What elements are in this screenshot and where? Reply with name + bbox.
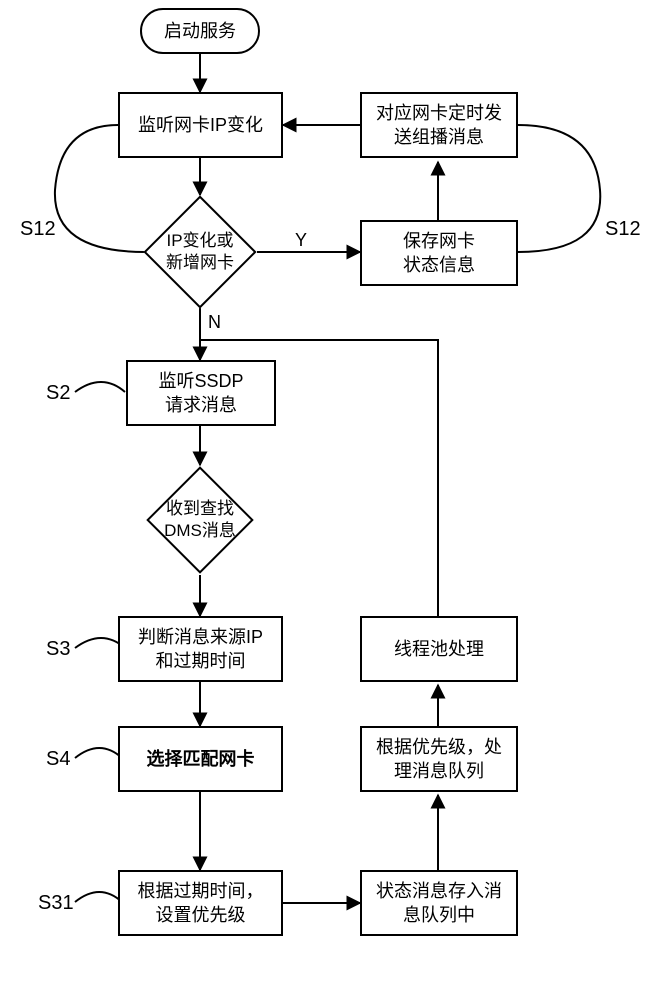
node-listen-ssdp: 监听SSDP 请求消息	[126, 360, 276, 426]
tag-s2: S2	[46, 382, 70, 405]
node-select-nic: 选择匹配网卡	[118, 726, 283, 792]
node-set-priority: 根据过期时间， 设置优先级	[118, 870, 283, 936]
judge-l1: 判断消息来源IP	[138, 625, 263, 649]
by-pri-l2: 理消息队列	[394, 759, 484, 783]
judge-l2: 和过期时间	[156, 649, 246, 673]
node-by-priority: 根据优先级，处 理消息队列	[360, 726, 518, 792]
node-ip-change-decision: IP变化或 新增网卡	[160, 212, 240, 292]
branch-n-label: N	[208, 312, 221, 333]
dms-l2: DMS消息	[164, 521, 236, 540]
save-state-l1: 保存网卡	[403, 229, 475, 253]
set-pri-l2: 设置优先级	[156, 903, 246, 927]
ssdp-l1: 监听SSDP	[158, 369, 243, 393]
node-listen-ip: 监听网卡IP变化	[118, 92, 283, 158]
node-start: 启动服务	[140, 8, 260, 54]
node-enqueue: 状态消息存入消 息队列中	[360, 870, 518, 936]
ssdp-l2: 请求消息	[165, 393, 237, 417]
node-listen-ip-label: 监听网卡IP变化	[138, 113, 263, 137]
by-pri-l1: 根据优先级，处	[376, 735, 502, 759]
flow-connectors	[0, 0, 657, 1000]
branch-y-label: Y	[295, 230, 307, 251]
set-pri-l1: 根据过期时间，	[138, 879, 264, 903]
tag-s4: S4	[46, 748, 70, 771]
tag-s31: S31	[38, 892, 74, 915]
enqueue-l2: 息队列中	[403, 903, 475, 927]
node-timed-multicast: 对应网卡定时发 送组播消息	[360, 92, 518, 158]
ip-change-l1: IP变化或	[166, 231, 233, 250]
tag-s12-left: S12	[20, 218, 56, 241]
tag-s3: S3	[46, 638, 70, 661]
enqueue-l1: 状态消息存入消	[376, 879, 502, 903]
ip-change-l2: 新增网卡	[166, 253, 234, 272]
dms-l1: 收到查找	[166, 499, 234, 518]
select-nic-label: 选择匹配网卡	[147, 747, 255, 771]
threadpool-label: 线程池处理	[394, 637, 484, 661]
node-threadpool: 线程池处理	[360, 616, 518, 682]
node-timed-l1: 对应网卡定时发	[376, 101, 502, 125]
node-save-state: 保存网卡 状态信息	[360, 220, 518, 286]
tag-s12-right: S12	[605, 218, 641, 241]
save-state-l2: 状态信息	[403, 253, 475, 277]
node-judge: 判断消息来源IP 和过期时间	[118, 616, 283, 682]
node-timed-l2: 送组播消息	[394, 125, 484, 149]
node-start-label: 启动服务	[164, 19, 236, 43]
node-dms-decision: 收到查找 DMS消息	[162, 482, 238, 558]
